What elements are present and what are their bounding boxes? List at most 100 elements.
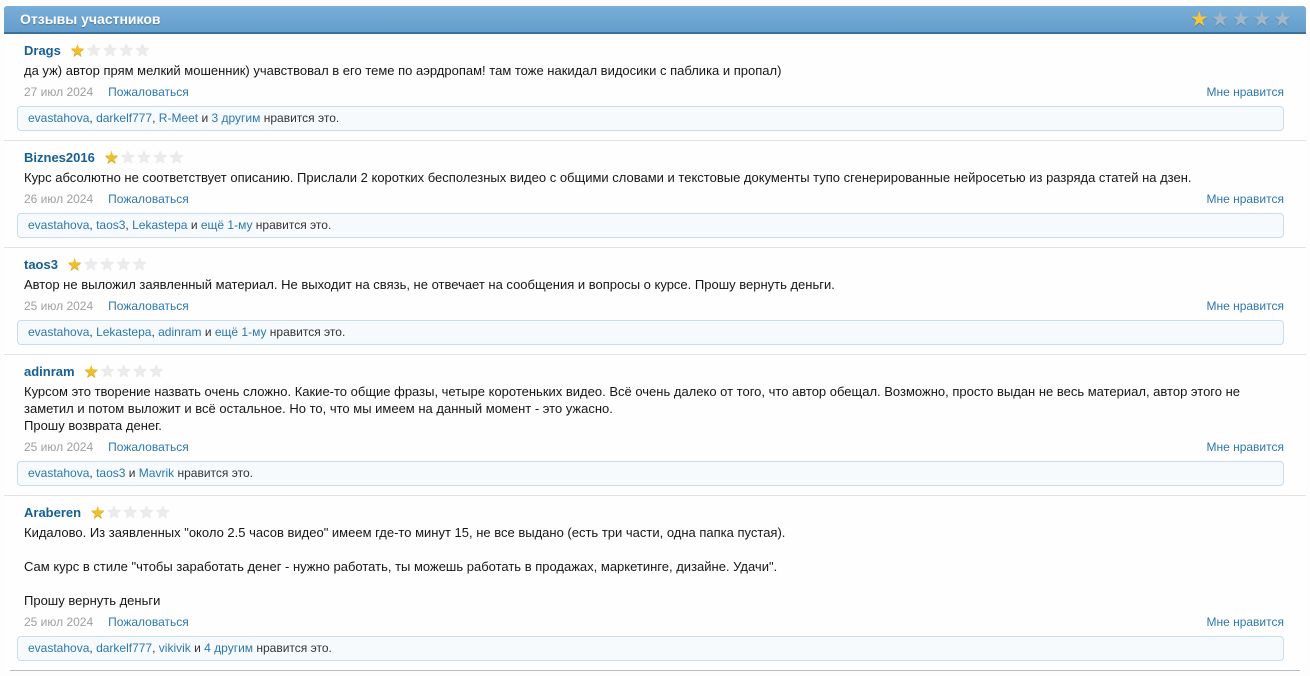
likes-text: нравится это. — [260, 111, 340, 125]
star-empty-icon: ★ — [1273, 7, 1292, 31]
like-button[interactable]: Мне нравится — [1206, 192, 1284, 206]
like-button[interactable]: Мне нравится — [1206, 85, 1284, 99]
liker-link[interactable]: 4 другим — [204, 641, 253, 655]
review-paragraph: Прошу вернуть деньги — [24, 593, 161, 608]
review-rating-stars: ★ ★ ★ ★ ★ — [70, 42, 151, 59]
review-author-link[interactable]: Araberen — [24, 505, 81, 520]
likes-text: , — [152, 111, 159, 125]
likes-text: и — [198, 111, 212, 125]
review-header-row: adinram ★ ★ ★ ★ ★ — [24, 361, 1284, 381]
review-author-link[interactable]: taos3 — [24, 257, 58, 272]
review-meta-row: 25 июл 2024 Пожаловаться Мне нравится — [24, 440, 1284, 455]
star-empty-icon: ★ — [134, 40, 151, 60]
review-rating-stars: ★ ★ ★ ★ ★ — [104, 149, 185, 166]
likes-text: и — [125, 466, 139, 480]
star-filled-icon: ★ — [69, 40, 86, 60]
likes-text: нравится это. — [266, 325, 346, 339]
likes-summary-box: evastahova, darkelf777, vikivik и 4 друг… — [17, 636, 1284, 661]
star-empty-icon: ★ — [86, 40, 102, 60]
review-item: Biznes2016 ★ ★ ★ ★ ★ Курс абсолютно не соотв… — [4, 141, 1306, 248]
review-text: да уж) автор прям мелкий мошенник) учавс… — [24, 62, 1284, 79]
review-date: 27 июл 2024 — [24, 85, 94, 99]
review-text: Автор не выложил заявленный материал. Не… — [24, 276, 1284, 293]
review-header-row: Biznes2016 ★ ★ ★ ★ ★ — [24, 147, 1284, 167]
member-reviews-widget: Отзывы участников ★ ★ ★ ★ ★ Drags ★ ★ ★ ★ ★ да у… — [4, 6, 1306, 671]
review-paragraph: Сам курс в стиле "чтобы заработать денег… — [24, 559, 778, 574]
review-header-row: Drags ★ ★ ★ ★ ★ — [24, 40, 1284, 60]
review-meta-row: 25 июл 2024 Пожаловаться Мне нравится — [24, 299, 1284, 314]
review-item: Araberen ★ ★ ★ ★ ★ Кидалово. Из заявленных "… — [4, 496, 1306, 670]
review-date: 26 июл 2024 — [24, 192, 94, 206]
liker-link[interactable]: taos3 — [96, 218, 125, 232]
review-meta-row: 26 июл 2024 Пожаловаться Мне нравится — [24, 192, 1284, 207]
star-empty-icon: ★ — [131, 254, 148, 274]
star-empty-icon: ★ — [155, 502, 171, 522]
liker-link[interactable]: evastahova — [28, 111, 89, 125]
liker-link[interactable]: ещё 1-му — [215, 325, 267, 339]
liker-link[interactable]: adinram — [158, 325, 201, 339]
report-link[interactable]: Пожаловаться — [108, 85, 189, 99]
liker-link[interactable]: evastahova — [28, 325, 89, 339]
liker-link[interactable]: vikivik — [159, 641, 191, 655]
likes-text: нравится это. — [174, 466, 253, 480]
liker-link[interactable]: taos3 — [96, 466, 125, 480]
review-meta-row: 25 июл 2024 Пожаловаться Мне нравится — [24, 615, 1284, 630]
star-filled-icon: ★ — [1189, 7, 1209, 31]
liker-link[interactable]: Lekastepa — [96, 325, 151, 339]
likes-text: и — [201, 325, 215, 339]
liker-link[interactable]: evastahova — [28, 641, 89, 655]
review-date: 25 июл 2024 — [24, 615, 94, 629]
liker-link[interactable]: darkelf777 — [96, 641, 152, 655]
review-paragraph: да уж) автор прям мелкий мошенник) учавс… — [24, 63, 782, 78]
review-meta-row: 27 июл 2024 Пожаловаться Мне нравится — [24, 85, 1284, 100]
review-author-link[interactable]: Biznes2016 — [24, 150, 95, 165]
reviews-header-bar: Отзывы участников ★ ★ ★ ★ ★ — [4, 6, 1306, 34]
liker-link[interactable]: Mavrik — [139, 466, 174, 480]
review-paragraph: Курс абсолютно не соответствует описанию… — [24, 170, 1192, 185]
review-rating-stars: ★ ★ ★ ★ ★ — [67, 256, 148, 273]
report-link[interactable]: Пожаловаться — [108, 299, 189, 313]
review-author-link[interactable]: adinram — [24, 364, 75, 379]
star-empty-icon: ★ — [1252, 7, 1272, 31]
review-date: 25 июл 2024 — [24, 440, 94, 454]
liker-link[interactable]: 3 другим — [212, 111, 261, 125]
star-filled-icon: ★ — [90, 502, 106, 522]
star-filled-icon: ★ — [66, 254, 83, 274]
likes-text: нравится это. — [252, 218, 332, 232]
likes-summary-box: evastahova, darkelf777, R-Meet и 3 други… — [17, 106, 1284, 131]
star-empty-icon: ★ — [120, 147, 136, 167]
likes-text: и — [187, 218, 201, 232]
report-link[interactable]: Пожаловаться — [108, 615, 189, 629]
liker-link[interactable]: ещё 1-му — [201, 218, 253, 232]
like-button[interactable]: Мне нравится — [1206, 299, 1284, 313]
review-paragraph: Автор не выложил заявленный материал. Не… — [24, 277, 835, 292]
star-empty-icon: ★ — [132, 361, 148, 381]
review-text: Кидалово. Из заявленных "около 2.5 часов… — [24, 524, 1284, 609]
review-header-row: Araberen ★ ★ ★ ★ ★ — [24, 502, 1284, 522]
liker-link[interactable]: evastahova — [28, 218, 89, 232]
liker-link[interactable]: R-Meet — [159, 111, 198, 125]
review-author-link[interactable]: Drags — [24, 43, 61, 58]
like-button[interactable]: Мне нравится — [1206, 440, 1284, 454]
like-button[interactable]: Мне нравится — [1206, 615, 1284, 629]
liker-link[interactable]: darkelf777 — [96, 111, 152, 125]
review-paragraph: Курсом это творение назвать очень сложно… — [24, 384, 1244, 416]
liker-link[interactable]: evastahova — [28, 466, 89, 480]
review-item: Drags ★ ★ ★ ★ ★ да уж) автор прям мелкий мош… — [4, 34, 1306, 141]
likes-summary-box: evastahova, taos3 и Mavrik нравится это. — [17, 461, 1284, 486]
star-empty-icon: ★ — [106, 502, 122, 522]
review-paragraph — [24, 575, 1284, 592]
star-empty-icon: ★ — [99, 254, 115, 274]
report-link[interactable]: Пожаловаться — [108, 192, 189, 206]
star-empty-icon: ★ — [1210, 7, 1230, 31]
review-paragraph: Кидалово. Из заявленных "около 2.5 часов… — [24, 525, 786, 540]
star-empty-icon: ★ — [83, 254, 99, 274]
reviews-list: Drags ★ ★ ★ ★ ★ да уж) автор прям мелкий мош… — [4, 34, 1306, 670]
star-empty-icon: ★ — [152, 147, 168, 167]
star-empty-icon: ★ — [1231, 7, 1251, 31]
reviews-header-title: Отзывы участников — [20, 11, 161, 27]
report-link[interactable]: Пожаловаться — [108, 440, 189, 454]
liker-link[interactable]: Lekastepa — [132, 218, 187, 232]
star-empty-icon: ★ — [118, 40, 134, 60]
likes-text: , — [152, 641, 159, 655]
